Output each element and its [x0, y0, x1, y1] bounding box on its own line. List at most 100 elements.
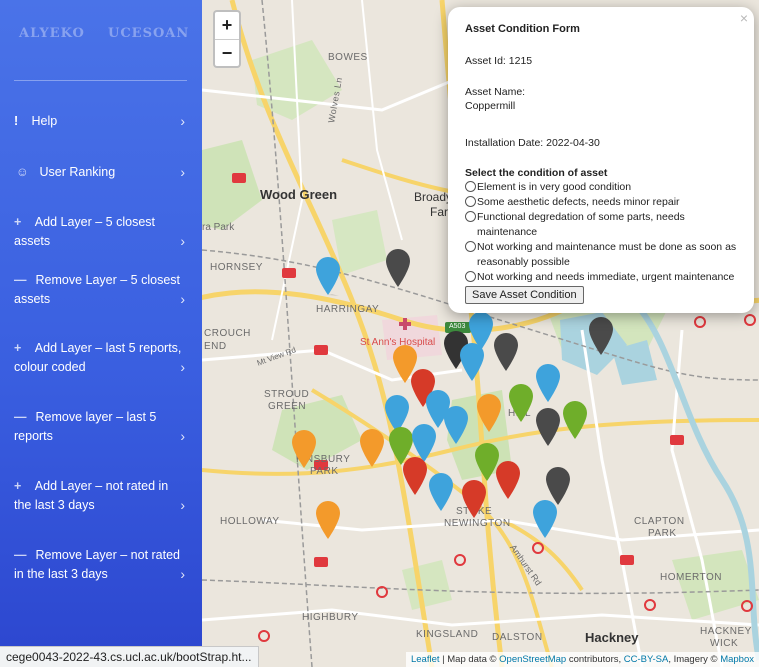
- osm-link[interactable]: OpenStreetMap: [499, 654, 566, 665]
- asset-marker-red[interactable]: [461, 479, 487, 519]
- sidebar-item-label: Add Layer – 5 closest assets: [14, 215, 156, 248]
- minus-icon: —: [14, 548, 27, 562]
- map-attribution: Leaflet | Map data © OpenStreetMap contr…: [405, 652, 759, 667]
- map-label-far: Far: [430, 205, 448, 219]
- map-label-highbury: HIGHBURY: [302, 612, 359, 623]
- asset-marker-blue[interactable]: [315, 256, 341, 296]
- sidebar-item-add-reports[interactable]: + Add Layer – last 5 reports, colour cod…: [14, 339, 189, 377]
- asset-marker-blue[interactable]: [428, 472, 454, 512]
- asset-condition-popup: × Asset Condition Form Asset Id: 1215 As…: [448, 7, 754, 313]
- sidebar-item-add-not-rated[interactable]: + Add Layer – not rated in the last 3 da…: [14, 477, 189, 515]
- asset-name-value: Coppermill: [465, 100, 516, 112]
- map-label-crouch: CROUCH: [204, 328, 251, 339]
- map-label-a503: A503: [449, 323, 466, 330]
- asset-marker-grey-selected[interactable]: [588, 316, 614, 356]
- asset-marker-green[interactable]: [508, 383, 534, 423]
- map-label-homerton: HOMERTON: [660, 572, 722, 583]
- condition-option-label: Element is in very good condition: [477, 181, 632, 193]
- asset-name-block: Asset Name: Coppermill: [465, 85, 737, 113]
- sidebar-item-label: User Ranking: [39, 165, 116, 179]
- map-label-newington: NEWINGTON: [444, 518, 511, 529]
- sidebar-item-remove-not-rated[interactable]: — Remove Layer – not rated in the last 3…: [14, 546, 189, 584]
- condition-option[interactable]: Element is in very good condition: [465, 180, 737, 195]
- condition-option[interactable]: Not working and maintenance must be done…: [465, 240, 737, 270]
- plus-icon: +: [14, 479, 22, 493]
- map-label-wood-green: Wood Green: [260, 187, 338, 202]
- asset-marker-blue[interactable]: [535, 363, 561, 403]
- sidebar-item-label: Remove layer – last 5 reports: [14, 410, 157, 443]
- radio-button[interactable]: [465, 211, 476, 222]
- asset-marker-red[interactable]: [402, 456, 428, 496]
- leaflet-link[interactable]: Leaflet: [411, 654, 440, 665]
- asset-marker-blue[interactable]: [459, 342, 485, 382]
- sidebar-item-remove-reports[interactable]: — Remove layer – last 5 reports ›: [14, 408, 189, 446]
- radio-button[interactable]: [465, 241, 476, 252]
- minus-icon: —: [14, 273, 27, 287]
- map-label-dalston: DALSTON: [492, 632, 543, 643]
- condition-option-label: Functional degredation of some parts, ne…: [477, 211, 685, 238]
- asset-marker-orange[interactable]: [291, 429, 317, 469]
- asset-marker-grey[interactable]: [535, 407, 561, 447]
- condition-option[interactable]: Not working and needs immediate, urgent …: [465, 270, 737, 285]
- sidebar: ALYEKO UCESOAN ! Help › ☺ User Ranking ›…: [0, 0, 202, 667]
- asset-marker-orange[interactable]: [359, 428, 385, 468]
- map-label-clapton-park: PARK: [648, 528, 677, 539]
- condition-option-label: Some aesthetic defects, needs minor repa…: [477, 196, 680, 208]
- zoom-in-button[interactable]: +: [215, 12, 239, 39]
- condition-option[interactable]: Functional degredation of some parts, ne…: [465, 210, 737, 240]
- popup-title: Asset Condition Form: [465, 23, 580, 35]
- map-label-end: END: [204, 341, 227, 352]
- map-label-holloway: HOLLOWAY: [220, 516, 280, 527]
- condition-option-label: Not working and needs immediate, urgent …: [477, 271, 735, 283]
- plus-icon: +: [14, 341, 22, 355]
- sidebar-item-label: Remove Layer – 5 closest assets: [14, 273, 180, 306]
- asset-marker-orange[interactable]: [315, 500, 341, 540]
- mapbox-link[interactable]: Mapbox: [720, 654, 754, 665]
- radio-button[interactable]: [465, 271, 476, 282]
- sidebar-item-label: Help: [31, 114, 58, 128]
- condition-option[interactable]: Some aesthetic defects, needs minor repa…: [465, 195, 737, 210]
- map-label-clapton: CLAPTON: [634, 516, 685, 527]
- condition-option-label: Not working and maintenance must be done…: [477, 241, 737, 268]
- map-label-ra-park: ra Park: [202, 222, 235, 233]
- asset-marker-orange[interactable]: [476, 393, 502, 433]
- map-label-hackney-wick-2: WICK: [710, 638, 739, 649]
- asset-marker-grey[interactable]: [493, 332, 519, 372]
- save-asset-condition-button[interactable]: Save Asset Condition: [465, 286, 584, 304]
- zoom-control: + −: [213, 10, 241, 68]
- attribution-text: , Imagery ©: [668, 654, 721, 665]
- chevron-right-icon: ›: [180, 291, 185, 307]
- exclamation-icon: !: [14, 114, 19, 128]
- asset-id: Asset Id: 1215: [465, 55, 533, 67]
- sidebar-item-label: Add Layer – last 5 reports, colour coded: [14, 341, 182, 374]
- user-icon: ☺: [16, 165, 29, 179]
- sidebar-item-add-closest[interactable]: + Add Layer – 5 closest assets ›: [14, 213, 189, 251]
- sidebar-item-remove-closest[interactable]: — Remove Layer – 5 closest assets ›: [14, 271, 189, 309]
- asset-marker-blue[interactable]: [532, 499, 558, 539]
- brand-right: UCESOAN: [108, 26, 190, 41]
- map-label-harringay: HARRINGAY: [316, 304, 380, 315]
- chevron-right-icon: ›: [180, 359, 185, 375]
- chevron-right-icon: ›: [180, 428, 185, 444]
- asset-marker-red[interactable]: [495, 460, 521, 500]
- radio-button[interactable]: [465, 181, 476, 192]
- radio-button[interactable]: [465, 196, 476, 207]
- sidebar-item-label: Remove Layer – not rated in the last 3 d…: [14, 548, 181, 581]
- zoom-out-button[interactable]: −: [215, 39, 239, 66]
- condition-question: Select the condition of asset: [465, 167, 608, 179]
- popup-close-button[interactable]: ×: [740, 10, 748, 26]
- cc-by-sa-link[interactable]: CC-BY-SA: [624, 654, 669, 665]
- plus-icon: +: [14, 215, 22, 229]
- asset-marker-blue[interactable]: [443, 405, 469, 445]
- asset-marker-green[interactable]: [562, 400, 588, 440]
- brand-left: ALYEKO: [19, 26, 85, 41]
- chevron-right-icon: ›: [180, 497, 185, 513]
- chevron-right-icon: ›: [180, 566, 185, 582]
- sidebar-item-help[interactable]: ! Help ›: [14, 112, 189, 131]
- sidebar-item-user-ranking[interactable]: ☺ User Ranking ›: [14, 163, 189, 182]
- map-label-hackney: Hackney: [585, 630, 639, 645]
- minus-icon: —: [14, 410, 27, 424]
- sidebar-item-label: Add Layer – not rated in the last 3 days: [14, 479, 169, 512]
- map-label-bowes: BOWES: [328, 52, 368, 63]
- asset-marker-grey[interactable]: [385, 248, 411, 288]
